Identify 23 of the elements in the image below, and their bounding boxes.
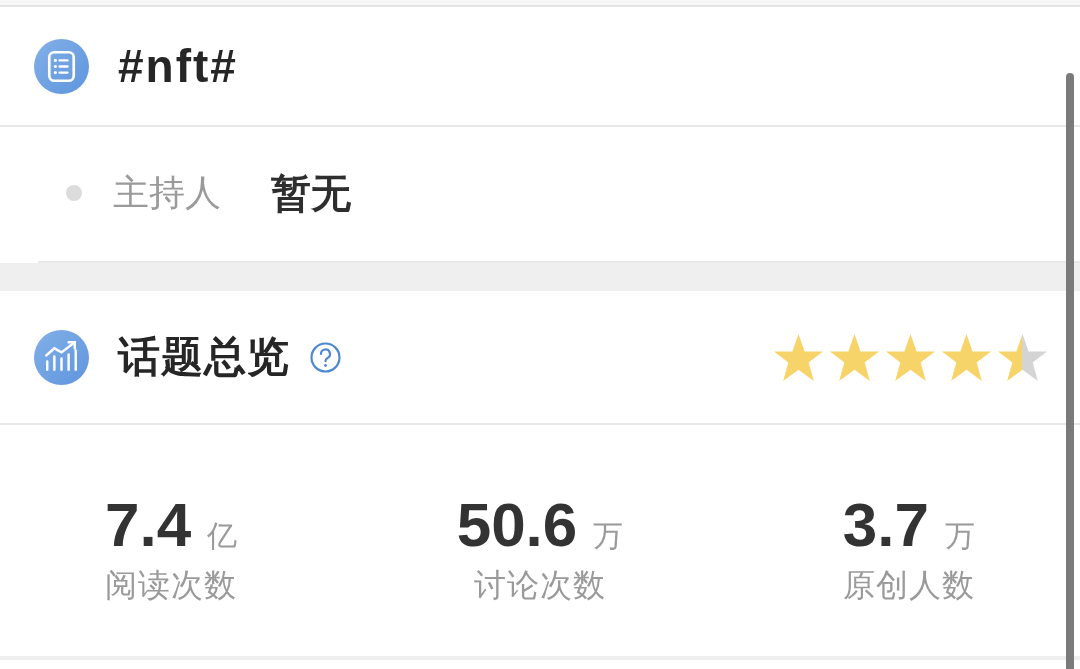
host-value: 暂无 [271,168,351,218]
host-label: 主持人 [113,170,221,215]
scrollbar[interactable] [1066,73,1074,669]
star-icon [885,332,936,382]
stat-label: 阅读次数 [105,564,238,606]
topic-title: #nft# [118,39,238,93]
stat-value: 3.7 [842,491,929,560]
star-icon [829,332,880,382]
stat-unit: 亿 [207,517,238,556]
star-icon [773,332,824,382]
stat-unit: 万 [593,517,624,556]
chart-icon [34,329,89,385]
stat-label: 讨论次数 [474,564,606,606]
star-icon [997,332,1048,382]
list-icon [34,38,89,94]
star-icon [941,332,992,382]
help-icon[interactable] [310,341,341,373]
bullet-dot-icon [66,185,82,201]
stat-label: 原创人数 [842,564,975,606]
stat-unit: 万 [945,517,975,556]
stat-value: 7.4 [105,491,192,560]
stat-value: 50.6 [456,491,578,560]
overview-title: 话题总览 [118,331,290,383]
